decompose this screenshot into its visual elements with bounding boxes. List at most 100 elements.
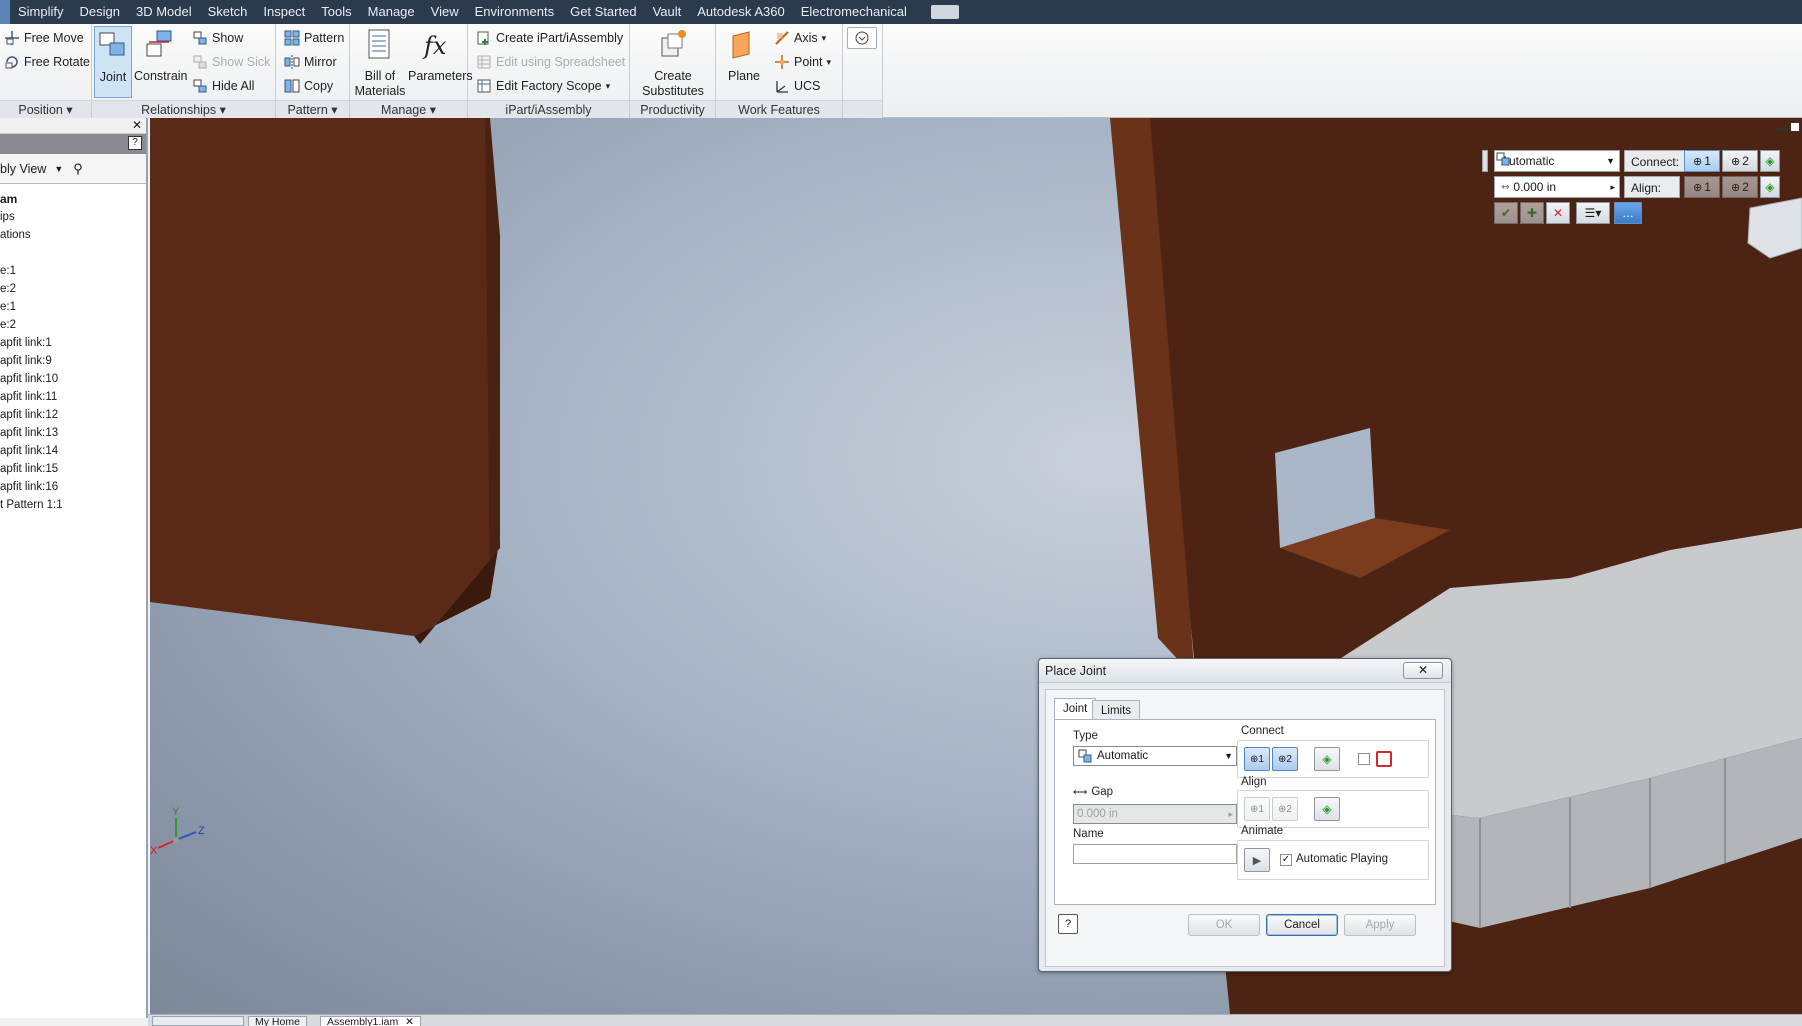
browser-root-item[interactable]: am <box>0 190 146 208</box>
tab-limits[interactable]: Limits <box>1092 700 1141 720</box>
menu-tab-simplify[interactable]: Simplify <box>10 0 72 24</box>
mini-align-2-button[interactable]: ⊕ 2 <box>1722 176 1758 198</box>
browser-tree-item[interactable]: apfit link:10 <box>0 370 146 388</box>
constrain-button[interactable]: Constrain <box>134 26 188 98</box>
menu-tab-view[interactable]: View <box>423 0 467 24</box>
mini-cancel-button[interactable]: ✕ <box>1546 202 1570 224</box>
flip-component-button[interactable]: ◈ <box>1314 747 1340 771</box>
show-button[interactable]: Show <box>192 27 243 49</box>
hide-all-button[interactable]: Hide All <box>192 75 254 97</box>
mini-align-flip-button[interactable]: ◈ <box>1760 176 1780 198</box>
edit-spreadsheet-button[interactable]: Edit using Spreadsheet <box>476 51 625 73</box>
browser-tree-item[interactable]: apfit link:14 <box>0 442 146 460</box>
restore-icon[interactable] <box>1790 122 1800 132</box>
menu-tab-manage[interactable]: Manage <box>360 0 423 24</box>
browser-tree-item[interactable]: apfit link:12 <box>0 406 146 424</box>
menu-tab-environments[interactable]: Environments <box>467 0 562 24</box>
mini-flip-button[interactable]: ◈ <box>1760 150 1780 172</box>
create-ipart-button[interactable]: Create iPart/iAssembly <box>476 27 623 49</box>
dialog-title-bar[interactable]: Place Joint <box>1039 659 1451 683</box>
mini-toolbar-grip[interactable] <box>1482 150 1488 172</box>
connect-origin-1-button[interactable]: ⊕1 <box>1244 747 1270 771</box>
browser-tree-item[interactable]: apfit link:1 <box>0 334 146 352</box>
browser-tree-item[interactable]: t Pattern 1:1 <box>0 496 146 514</box>
edit-factory-scope-button[interactable]: Edit Factory Scope ▾ <box>476 75 610 97</box>
doc-tab-assembly1[interactable]: Assembly1.iam ✕ <box>320 1016 421 1026</box>
joint-button[interactable]: Joint <box>94 26 132 98</box>
bill-of-materials-button[interactable]: Bill of Materials <box>354 26 406 98</box>
find-binoculars-icon[interactable]: ⚲ <box>73 161 83 177</box>
browser-tree-item[interactable] <box>0 244 146 262</box>
panel-label-position[interactable]: Position ▾ <box>0 100 91 118</box>
browser-tree-item[interactable]: apfit link:9 <box>0 352 146 370</box>
mini-options-dropdown[interactable]: ☰▾ <box>1576 202 1610 224</box>
doc-tab-my-home[interactable]: My Home <box>248 1016 307 1026</box>
browser-view-selector[interactable]: bly View ▼ ⚲ <box>0 154 146 184</box>
mini-gap-field[interactable]: ⇿ 0.000 in ▸ <box>1494 176 1620 198</box>
mini-apply-button[interactable]: ✚ <box>1520 202 1544 224</box>
point-button[interactable]: Point ▾ <box>774 51 831 73</box>
tab-joint[interactable]: Joint <box>1054 698 1097 720</box>
browser-tree-item[interactable]: apfit link:16 <box>0 478 146 496</box>
lock-component-icon[interactable] <box>1376 751 1392 767</box>
mini-connect-2-button[interactable]: ⊕ 2 <box>1722 150 1758 172</box>
mirror-button[interactable]: Mirror <box>284 51 337 73</box>
automatic-playing-checkbox[interactable]: ✓ <box>1280 854 1292 866</box>
gap-field[interactable]: 0.000 in ▸ <box>1073 804 1237 824</box>
parameters-button[interactable]: fx Parameters <box>408 26 473 98</box>
ribbon-options-icon[interactable] <box>930 5 959 19</box>
browser-tree-item[interactable]: e:2 <box>0 316 146 334</box>
pattern-button[interactable]: Pattern <box>284 27 344 49</box>
browser-tree-item[interactable]: e:1 <box>0 262 146 280</box>
mini-type-select[interactable]: Automatic ▼ <box>1494 150 1620 172</box>
browser-tree-item[interactable]: e:1 <box>0 298 146 316</box>
ok-button[interactable]: OK <box>1188 914 1260 936</box>
graphics-viewport[interactable]: X Y Z Automatic ▼ Connect: ⊕ 1 ⊕ 2 ◈ ⇿ 0.0 <box>150 118 1802 1014</box>
lock-checkbox[interactable] <box>1358 753 1370 765</box>
show-sick-button[interactable]: Show Sick <box>192 51 270 73</box>
panel-label-pattern[interactable]: Pattern ▾ <box>276 100 349 118</box>
connect-origin-2-button[interactable]: ⊕2 <box>1272 747 1298 771</box>
free-rotate-button[interactable]: Free Rotate <box>4 51 90 73</box>
plane-button[interactable]: Plane <box>720 26 768 98</box>
menu-tab-inspect[interactable]: Inspect <box>255 0 313 24</box>
animate-play-button[interactable]: ▶ <box>1244 848 1270 872</box>
browser-tree-item[interactable]: apfit link:11 <box>0 388 146 406</box>
type-select[interactable]: Automatic ▼ <box>1073 746 1237 766</box>
menu-tab-sketch[interactable]: Sketch <box>200 0 256 24</box>
navigation-dropdown[interactable] <box>847 27 877 49</box>
mini-ok-button[interactable]: ✔ <box>1494 202 1518 224</box>
name-input[interactable] <box>1073 844 1237 864</box>
align-flip-button[interactable]: ◈ <box>1314 797 1340 821</box>
create-substitutes-button[interactable]: Create Substitutes <box>638 26 708 98</box>
copy-button[interactable]: Copy <box>284 75 333 97</box>
align-origin-2-button[interactable]: ⊕2 <box>1272 797 1298 821</box>
panel-label-manage[interactable]: Manage ▾ <box>350 100 467 118</box>
apply-button[interactable]: Apply <box>1344 914 1416 936</box>
dialog-help-button[interactable]: ? <box>1058 914 1078 934</box>
mini-align-1-button[interactable]: ⊕ 1 <box>1684 176 1720 198</box>
axis-button[interactable]: Axis ▾ <box>774 27 826 49</box>
minimize-icon[interactable] <box>1776 128 1786 131</box>
dialog-close-button[interactable]: ✕ <box>1403 662 1443 679</box>
browser-tree-item[interactable]: apfit link:15 <box>0 460 146 478</box>
help-icon[interactable]: ? <box>128 136 142 150</box>
menu-tab-file[interactable] <box>0 0 10 24</box>
browser-tree-item[interactable]: e:2 <box>0 280 146 298</box>
menu-tab-tools[interactable]: Tools <box>313 0 359 24</box>
menu-tab-design[interactable]: Design <box>72 0 128 24</box>
menu-tab-autodesk-a360[interactable]: Autodesk A360 <box>689 0 792 24</box>
cancel-button[interactable]: Cancel <box>1266 914 1338 936</box>
menu-tab-vault[interactable]: Vault <box>645 0 690 24</box>
close-icon[interactable]: ✕ <box>405 1016 414 1026</box>
close-icon[interactable]: ✕ <box>132 118 142 132</box>
browser-tree-item[interactable]: ations <box>0 226 146 244</box>
tab-layout-buttons[interactable] <box>152 1016 244 1026</box>
browser-tree-item[interactable]: ips <box>0 208 146 226</box>
browser-tree-item[interactable]: apfit link:13 <box>0 424 146 442</box>
mini-connect-1-button[interactable]: ⊕ 1 <box>1684 150 1720 172</box>
mini-more-button[interactable]: … <box>1614 202 1642 224</box>
menu-tab-get-started[interactable]: Get Started <box>562 0 644 24</box>
menu-tab-3d-model[interactable]: 3D Model <box>128 0 200 24</box>
ucs-button[interactable]: UCS <box>774 75 820 97</box>
